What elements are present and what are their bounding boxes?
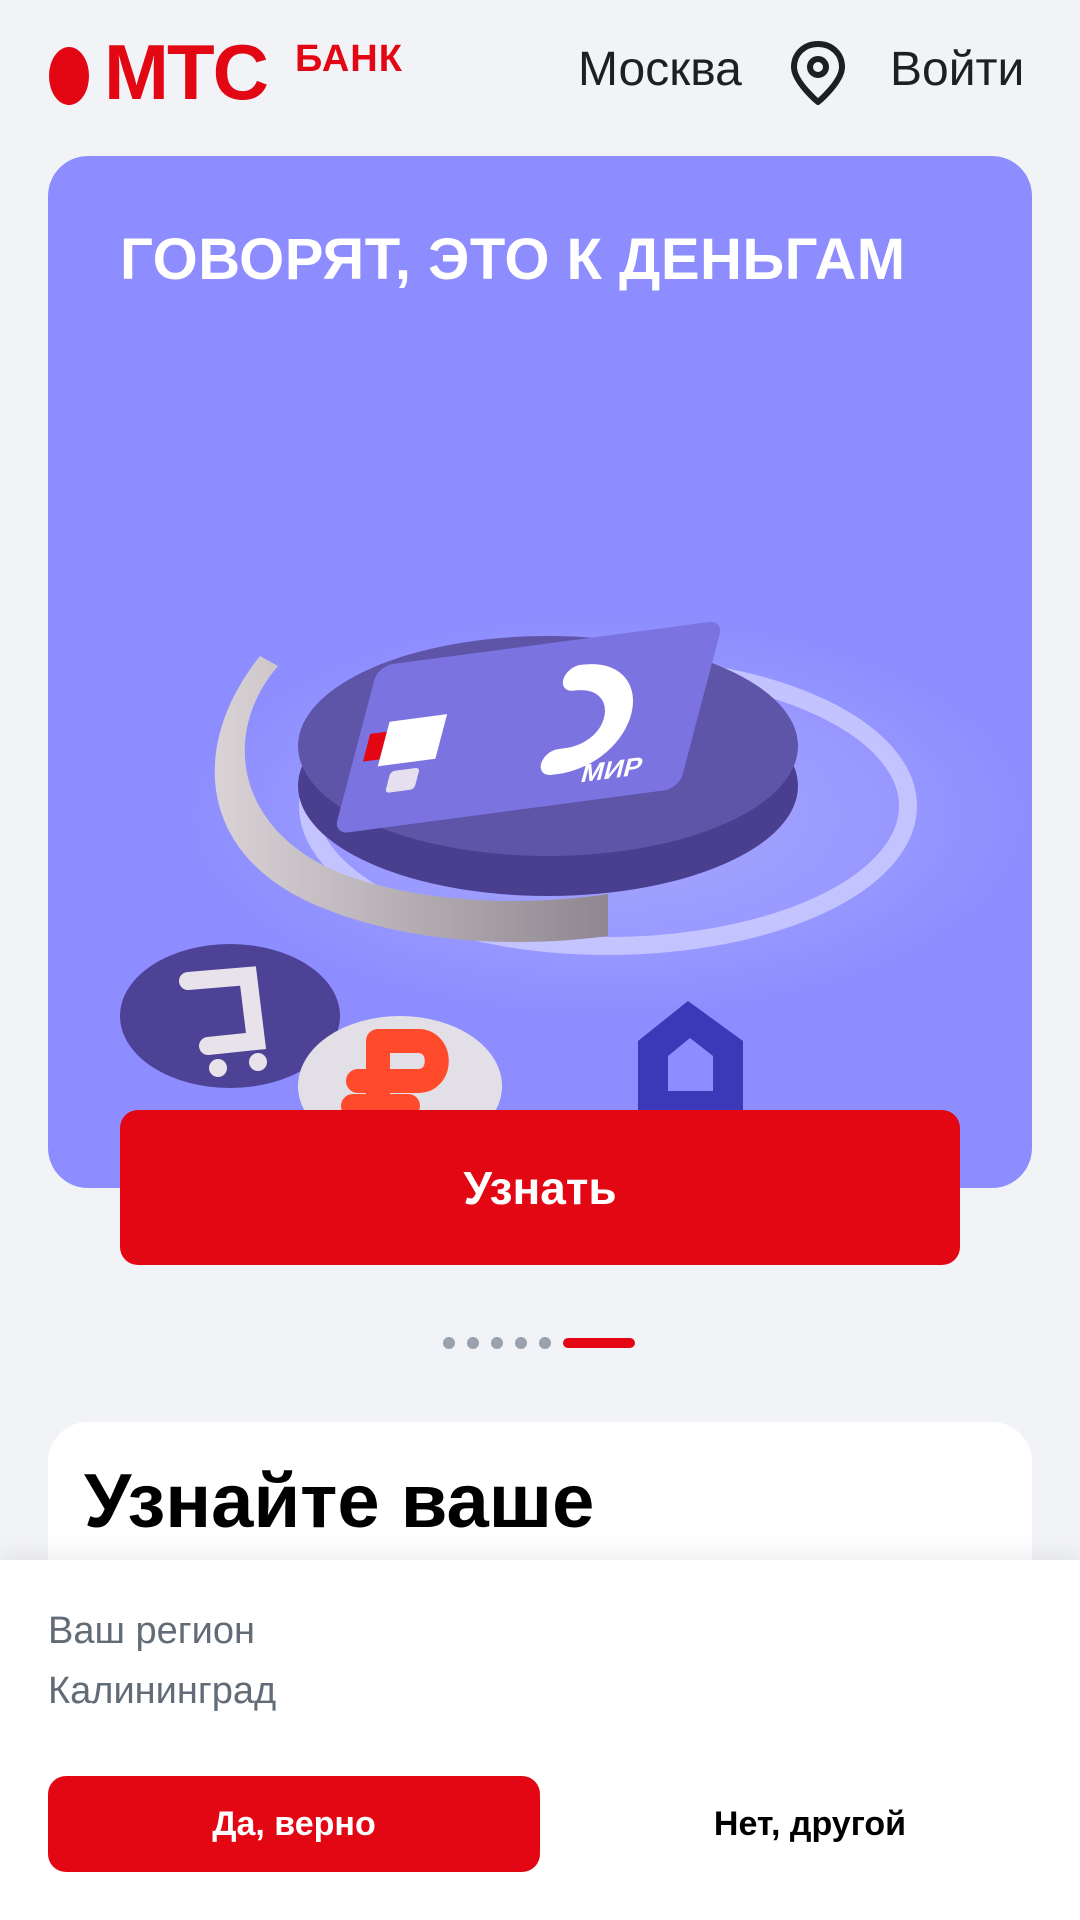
logo-subtext: БАНК [294, 38, 403, 80]
pagination-dot-active[interactable] [563, 1338, 635, 1348]
confirm-region-button[interactable]: Да, верно [48, 1776, 540, 1872]
banner-illustration: МИР [120, 616, 1028, 1156]
pagination-dot[interactable] [467, 1337, 479, 1349]
pagination-dot[interactable] [539, 1337, 551, 1349]
banner-title: ГОВОРЯТ, ЭТО К ДЕНЬГАМ [120, 227, 906, 292]
pagination-dot[interactable] [443, 1337, 455, 1349]
promo-card-title: Узнайте ваше [84, 1459, 595, 1544]
region-label: Ваш регион [48, 1610, 255, 1652]
region-value: Калининград [48, 1670, 277, 1712]
learn-more-button[interactable]: Узнать [120, 1110, 960, 1265]
header: МТС БАНК Москва Войти [0, 0, 1080, 150]
location-pin-icon[interactable] [788, 40, 848, 106]
egg-logo-icon [49, 47, 89, 105]
logo-text: МТС [104, 28, 269, 116]
promo-banner[interactable]: ГОВОРЯТ, ЭТО К ДЕНЬГАМ МИР [48, 156, 1032, 1188]
carousel-pagination [443, 1336, 635, 1350]
city-selector[interactable]: Москва [578, 40, 742, 100]
region-confirm-sheet: Ваш регион Калининград Да, верно Нет, др… [0, 1560, 1080, 1920]
login-link[interactable]: Войти [890, 40, 1024, 100]
mts-bank-logo[interactable]: МТС БАНК [48, 28, 403, 116]
pagination-dot[interactable] [515, 1337, 527, 1349]
change-region-button[interactable]: Нет, другой [560, 1776, 1060, 1872]
pagination-dot[interactable] [491, 1337, 503, 1349]
